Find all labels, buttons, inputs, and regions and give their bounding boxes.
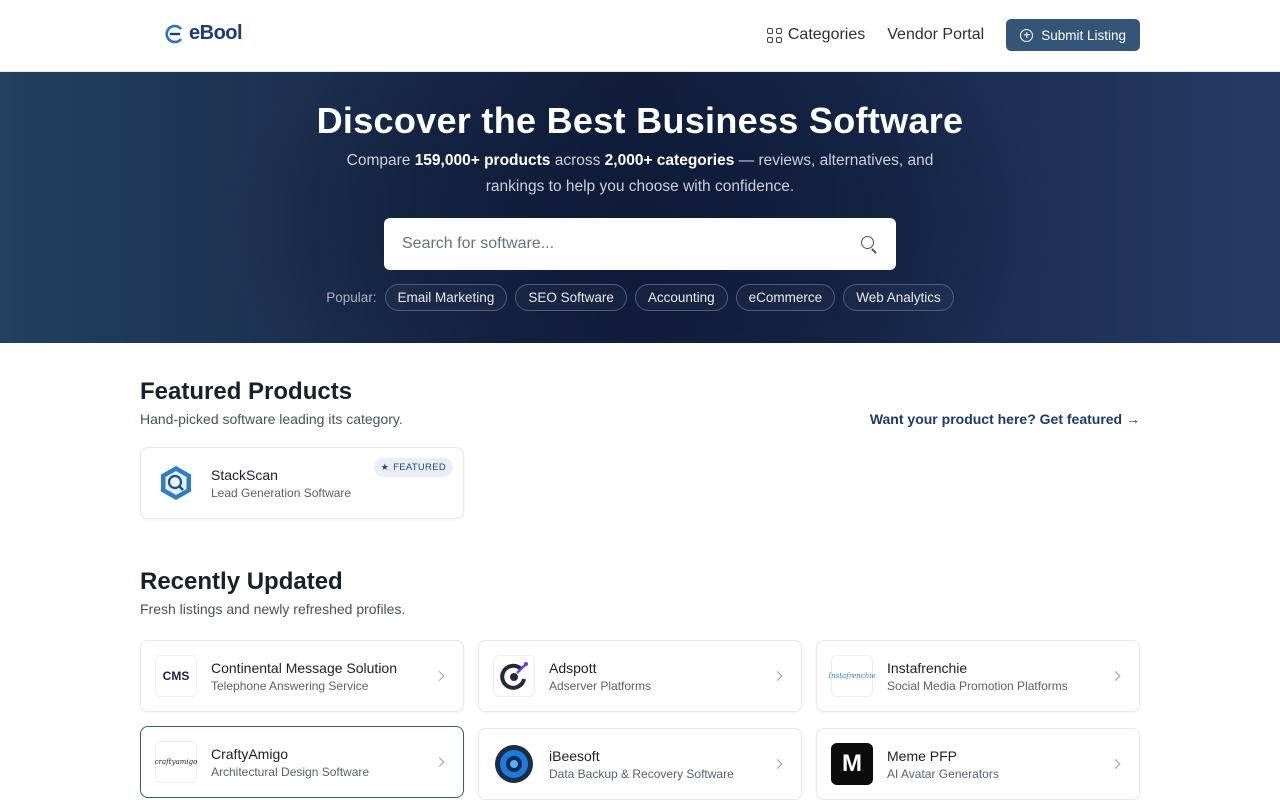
nav-vendor-portal[interactable]: Vendor Portal	[887, 26, 984, 44]
card-name: CraftyAmigo	[211, 745, 289, 762]
adspott-logo	[493, 655, 535, 697]
stackscan-logo-icon	[161, 466, 191, 500]
search-input[interactable]	[402, 235, 860, 253]
featured-subtitle: Hand-picked software leading its categor…	[140, 411, 403, 427]
card-category: Adserver Platforms	[549, 678, 652, 693]
card-category: Lead Generation Software	[211, 485, 352, 500]
card-category: Telephone Answering Service	[211, 678, 369, 693]
popular-chip-ecommerce[interactable]: eCommerce	[735, 284, 836, 311]
craftyamigo-logo: craftyamigo	[155, 741, 197, 783]
meme-pfp-logo-text: M	[842, 750, 862, 777]
logo-icon	[165, 24, 183, 43]
hero-title: Discover the Best Business Software	[316, 100, 964, 141]
card-category: Data Backup & Recovery Software	[549, 766, 734, 781]
nav-vendor-portal-label: Vendor Portal	[887, 26, 985, 43]
recent-card-meme-pfp[interactable]: M Meme PFP AI Avatar Generators	[816, 728, 1140, 800]
instafrenchie-logo: Instafrenchie	[828, 655, 876, 697]
card-text: StackScan Lead Generation Software	[211, 467, 351, 500]
search-box	[384, 218, 896, 270]
ibeesoft-logo	[493, 743, 535, 785]
chevron-right-icon	[434, 671, 445, 681]
recent-card-adspott[interactable]: Adspott Adserver Platforms	[478, 640, 802, 712]
recent-card-craftyamigo[interactable]: craftyamigo CraftyAmigo Architectural De…	[140, 726, 464, 798]
card-category: AI Avatar Generators	[887, 766, 999, 781]
card-name: Meme PFP	[887, 747, 958, 764]
chevron-right-icon	[434, 757, 445, 767]
featured-card-stackscan[interactable]: StackScan Lead Generation Software ★ FEAT…	[140, 447, 464, 519]
chevron-right-icon	[772, 671, 783, 681]
get-featured-link[interactable]: Want your product here? Get featured →	[870, 411, 1140, 427]
recent-subtitle: Fresh listings and newly refreshed profi…	[140, 601, 406, 617]
plus-circle-icon	[1020, 28, 1034, 42]
featured-badge: ★ FEATURED	[373, 458, 453, 477]
hero-sub-pre: Compare	[346, 152, 415, 169]
craftyamigo-logo-text: craftyamigo	[154, 758, 198, 766]
submit-listing-button[interactable]: Submit Listing	[1006, 19, 1140, 51]
stackscan-logo	[155, 462, 197, 504]
meme-pfp-logo: M	[831, 743, 873, 785]
featured-badge-label: FEATURED	[393, 462, 446, 473]
star-icon: ★	[380, 462, 390, 472]
logo[interactable]: eBool	[165, 22, 243, 45]
popular-chip-web-analytics[interactable]: Web Analytics	[843, 284, 954, 311]
card-text: iBeesoft Data Backup & Recovery Software	[549, 748, 734, 781]
adspott-logo-icon	[500, 662, 528, 690]
cms-logo: CMS	[155, 655, 197, 697]
hero-section: Discover the Best Business Software Comp…	[0, 72, 1280, 343]
recent-title: Recently Updated	[140, 568, 343, 595]
card-text: CraftyAmigo Architectural Design Softwar…	[211, 746, 369, 779]
hero-categories-count: 2,000+ categories	[604, 152, 735, 169]
recent-card-continental-message-solution[interactable]: CMS Continental Message Solution Telepho…	[140, 640, 464, 712]
card-name: Adspott	[549, 659, 597, 676]
card-name: iBeesoft	[549, 747, 600, 764]
card-category: Architectural Design Software	[211, 764, 370, 779]
card-name: StackScan	[211, 466, 278, 483]
main-nav: Categories Vendor Portal Submit Listing	[766, 19, 1140, 51]
popular-chip-accounting[interactable]: Accounting	[634, 284, 728, 311]
ibeesoft-logo-icon	[495, 745, 533, 783]
hero-subtitle: Compare 159,000+ products across 2,000+ …	[340, 148, 940, 200]
popular-chip-email-marketing[interactable]: Email Marketing	[384, 284, 508, 311]
card-text: Continental Message Solution Telephone A…	[211, 660, 397, 693]
cms-logo-text: CMS	[162, 669, 190, 683]
hero-products-count: 159,000+ products	[414, 152, 551, 169]
card-text: Instafrenchie Social Media Promotion Pla…	[887, 660, 1068, 693]
recent-card-ibeesoft[interactable]: iBeesoft Data Backup & Recovery Software	[478, 728, 802, 800]
card-text: Adspott Adserver Platforms	[549, 660, 651, 693]
featured-title: Featured Products	[140, 378, 353, 405]
popular-searches: Popular: Email Marketing SEO Software Ac…	[0, 284, 1280, 311]
chevron-right-icon	[772, 759, 783, 769]
popular-label: Popular:	[326, 290, 377, 305]
card-category: Social Media Promotion Platforms	[887, 678, 1068, 693]
card-name: Instafrenchie	[887, 659, 968, 676]
card-name: Continental Message Solution	[211, 659, 398, 676]
nav-categories-label: Categories	[787, 26, 866, 43]
hero-sub-mid: across	[550, 152, 605, 169]
search-icon[interactable]	[860, 235, 878, 253]
nav-categories[interactable]: Categories	[766, 26, 866, 44]
card-text: Meme PFP AI Avatar Generators	[887, 748, 999, 781]
chevron-right-icon	[1110, 759, 1121, 769]
recent-card-instafrenchie[interactable]: Instafrenchie Instafrenchie Social Media…	[816, 640, 1140, 712]
logo-text: eBool	[189, 22, 243, 44]
site-header: eBool Categories Vendor Portal Submit Li…	[0, 0, 1280, 72]
chevron-right-icon	[1110, 671, 1121, 681]
instafrenchie-logo-text: Instafrenchie	[828, 672, 876, 680]
popular-chip-seo-software[interactable]: SEO Software	[515, 284, 627, 311]
submit-listing-label: Submit Listing	[1041, 27, 1126, 43]
grid-icon	[766, 27, 782, 43]
